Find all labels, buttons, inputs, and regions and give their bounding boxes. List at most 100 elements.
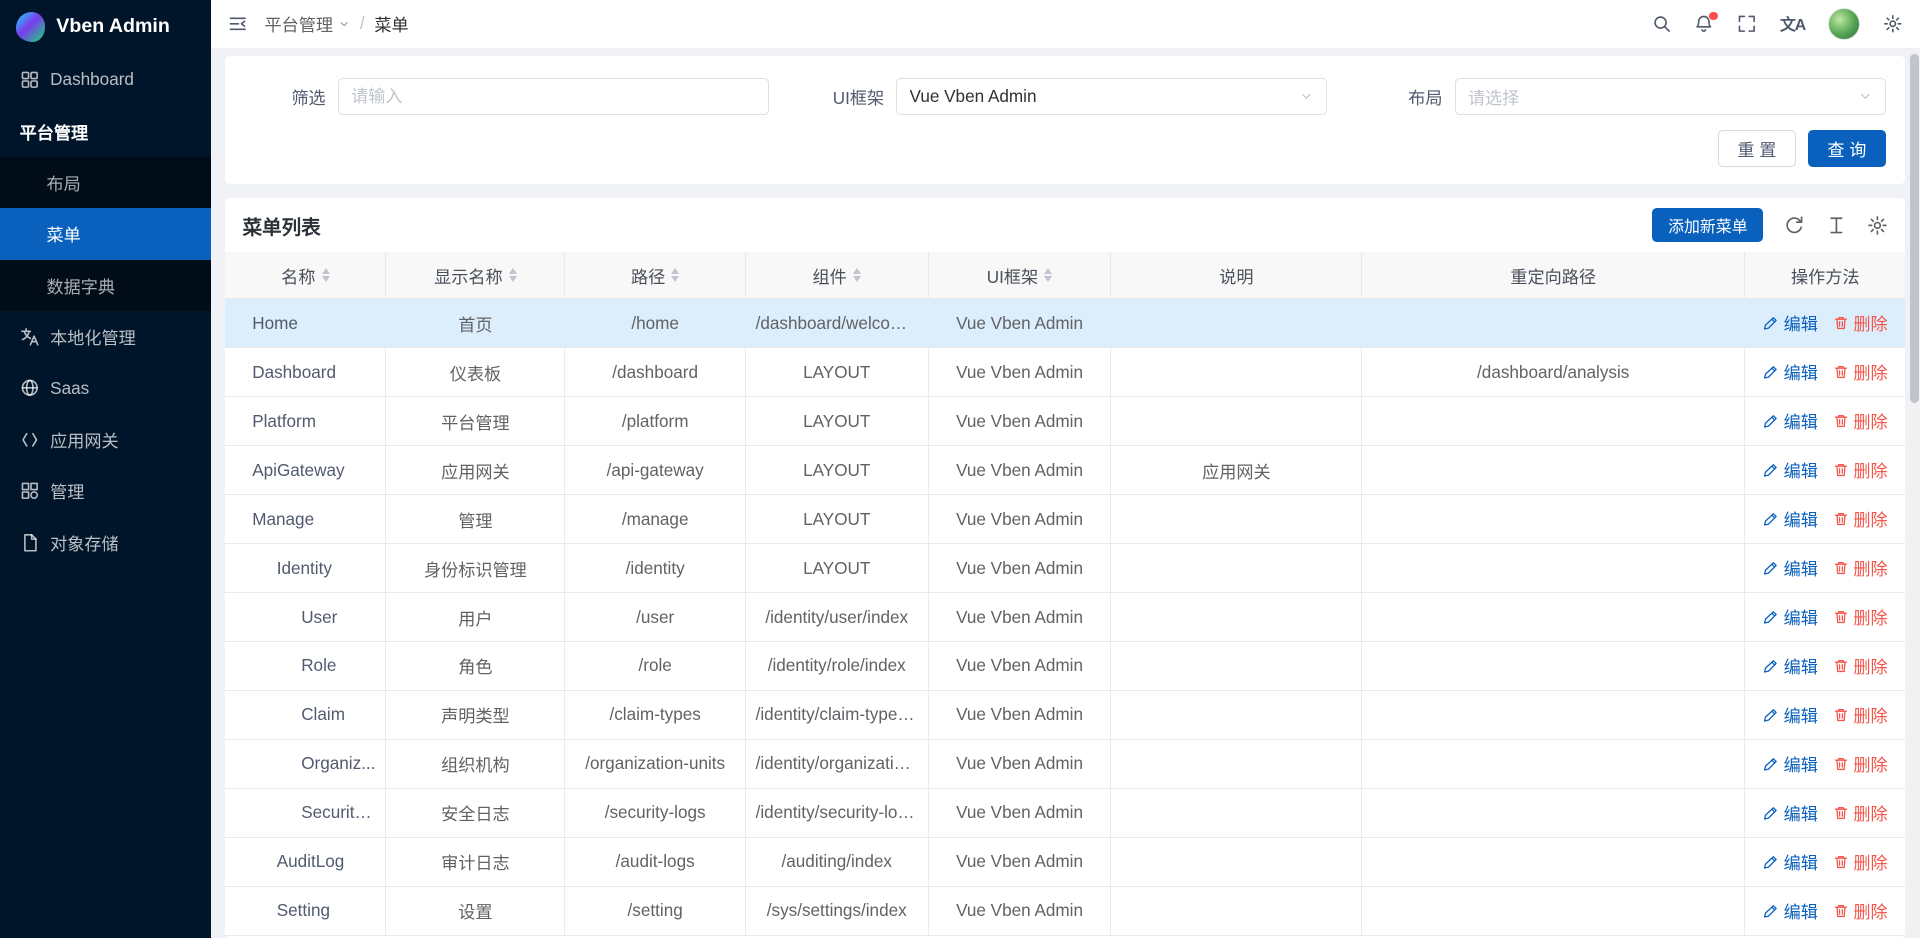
layout-select[interactable]: 请选择	[1455, 78, 1886, 115]
sidebar-item-label: 本地化管理	[50, 324, 191, 349]
refresh-icon[interactable]	[1784, 215, 1805, 236]
cell-name: AuditLog	[225, 837, 386, 886]
notification-bell-icon[interactable]	[1694, 14, 1714, 34]
app-title: Vben Admin	[56, 15, 169, 38]
sidebar-item-platform[interactable]: 平台管理	[0, 105, 211, 156]
logo[interactable]: Vben Admin	[0, 0, 211, 54]
sort-icon[interactable]	[853, 268, 861, 282]
filter-panel: 筛选 UI框架 Vue Vben Admin 布局 请选择	[225, 56, 1905, 183]
notification-dot	[1709, 12, 1718, 21]
edit-button[interactable]: 编辑	[1763, 702, 1818, 727]
cell-display: 平台管理	[386, 397, 565, 446]
sidebar-item-gateway[interactable]: 应用网关	[0, 414, 211, 465]
edit-button[interactable]: 编辑	[1763, 457, 1818, 482]
cell-framework: Vue Vben Admin	[928, 495, 1111, 544]
sort-icon[interactable]	[1044, 268, 1052, 282]
filter-keyword-input[interactable]	[338, 78, 769, 115]
sidebar-item-dictionary[interactable]: 数据字典	[0, 260, 211, 311]
fullscreen-icon[interactable]	[1737, 14, 1757, 34]
add-menu-button[interactable]: 添加新菜单	[1652, 208, 1763, 242]
cell-redirect	[1362, 788, 1745, 837]
sidebar-nav: Dashboard平台管理布局菜单数据字典本地化管理 Saas应用网关管理对象存储	[0, 54, 211, 568]
column-label: 操作方法	[1791, 263, 1860, 288]
delete-button[interactable]: 删除	[1833, 457, 1888, 482]
edit-button[interactable]: 编辑	[1763, 555, 1818, 580]
breadcrumb-item-current: 菜单	[374, 11, 408, 36]
sidebar-item-dashboard[interactable]: Dashboard	[0, 54, 211, 105]
column-label: UI框架	[987, 263, 1038, 288]
sort-icon[interactable]	[322, 268, 330, 282]
cell-name: Security...	[225, 788, 386, 837]
sidebar-item-menu[interactable]: 菜单	[0, 208, 211, 259]
reset-button[interactable]: 重 置	[1718, 130, 1796, 167]
delete-button[interactable]: 删除	[1833, 506, 1888, 531]
sidebar-item-layout[interactable]: 布局	[0, 157, 211, 208]
translate-icon[interactable]: 文A	[1780, 12, 1805, 35]
edit-button[interactable]: 编辑	[1763, 408, 1818, 433]
sidebar-item-label: 布局	[47, 170, 192, 195]
edit-button[interactable]: 编辑	[1763, 653, 1818, 678]
cell-description	[1111, 397, 1362, 446]
cell-framework: Vue Vben Admin	[928, 886, 1111, 935]
sidebar-item-storage[interactable]: 对象存储	[0, 517, 211, 568]
delete-button[interactable]: 删除	[1833, 653, 1888, 678]
sidebar-item-saas[interactable]: Saas	[0, 362, 211, 413]
sidebar-item-label: 管理	[50, 478, 191, 503]
sidebar-item-localization[interactable]: 本地化管理	[0, 311, 211, 362]
sort-icon[interactable]	[509, 268, 517, 282]
delete-button[interactable]: 删除	[1833, 310, 1888, 335]
table-row: User用户/user/identity/user/indexVue Vben …	[225, 593, 1905, 642]
search-button[interactable]: 查 询	[1808, 130, 1886, 167]
edit-button[interactable]: 编辑	[1763, 849, 1818, 874]
cell-path: /role	[565, 642, 745, 691]
edit-button[interactable]: 编辑	[1763, 359, 1818, 384]
cell-name: User	[225, 593, 386, 642]
column-header-component[interactable]: 组件	[745, 252, 928, 299]
delete-button[interactable]: 删除	[1833, 800, 1888, 825]
avatar[interactable]	[1828, 8, 1860, 40]
column-header-display[interactable]: 显示名称	[386, 252, 565, 299]
sort-icon[interactable]	[671, 268, 679, 282]
table-settings-gear-icon[interactable]	[1867, 215, 1888, 236]
edit-button[interactable]: 编辑	[1763, 898, 1818, 923]
ui-framework-select[interactable]: Vue Vben Admin	[896, 78, 1327, 115]
logo-icon	[16, 12, 45, 41]
vertical-scrollbar[interactable]	[1910, 51, 1919, 935]
column-header-name[interactable]: 名称	[225, 252, 386, 299]
cell-component: LAYOUT	[745, 544, 928, 593]
delete-button[interactable]: 删除	[1833, 604, 1888, 629]
delete-button[interactable]: 删除	[1833, 849, 1888, 874]
delete-button[interactable]: 删除	[1833, 555, 1888, 580]
column-header-path[interactable]: 路径	[565, 252, 745, 299]
column-header-framework[interactable]: UI框架	[928, 252, 1111, 299]
cell-framework: Vue Vben Admin	[928, 397, 1111, 446]
menu-fold-icon[interactable]	[228, 14, 248, 34]
cell-path: /platform	[565, 397, 745, 446]
cell-component: LAYOUT	[745, 397, 928, 446]
cell-path: /identity	[565, 544, 745, 593]
edit-button[interactable]: 编辑	[1763, 800, 1818, 825]
edit-button[interactable]: 编辑	[1763, 310, 1818, 335]
scrollbar-thumb[interactable]	[1910, 54, 1919, 403]
search-icon[interactable]	[1652, 14, 1672, 34]
cell-framework: Vue Vben Admin	[928, 348, 1111, 397]
settings-gear-icon[interactable]	[1883, 14, 1903, 34]
breadcrumb-item-platform[interactable]: 平台管理	[264, 11, 350, 36]
delete-button[interactable]: 删除	[1833, 359, 1888, 384]
delete-button[interactable]: 删除	[1833, 702, 1888, 727]
cell-path: /audit-logs	[565, 837, 745, 886]
edit-button[interactable]: 编辑	[1763, 604, 1818, 629]
cell-display: 安全日志	[386, 788, 565, 837]
import-export-icon[interactable]	[1826, 215, 1847, 236]
sidebar-item-manage[interactable]: 管理	[0, 465, 211, 516]
edit-button[interactable]: 编辑	[1763, 506, 1818, 531]
delete-button[interactable]: 删除	[1833, 898, 1888, 923]
edit-icon	[1763, 462, 1779, 478]
table-row: Home首页/home/dashboard/welcome/in...Vue V…	[225, 299, 1905, 348]
delete-button[interactable]: 删除	[1833, 751, 1888, 776]
trash-icon	[1833, 511, 1849, 527]
delete-button[interactable]: 删除	[1833, 408, 1888, 433]
trash-icon	[1833, 609, 1849, 625]
edit-button[interactable]: 编辑	[1763, 751, 1818, 776]
breadcrumb-label: 平台管理	[264, 11, 333, 36]
